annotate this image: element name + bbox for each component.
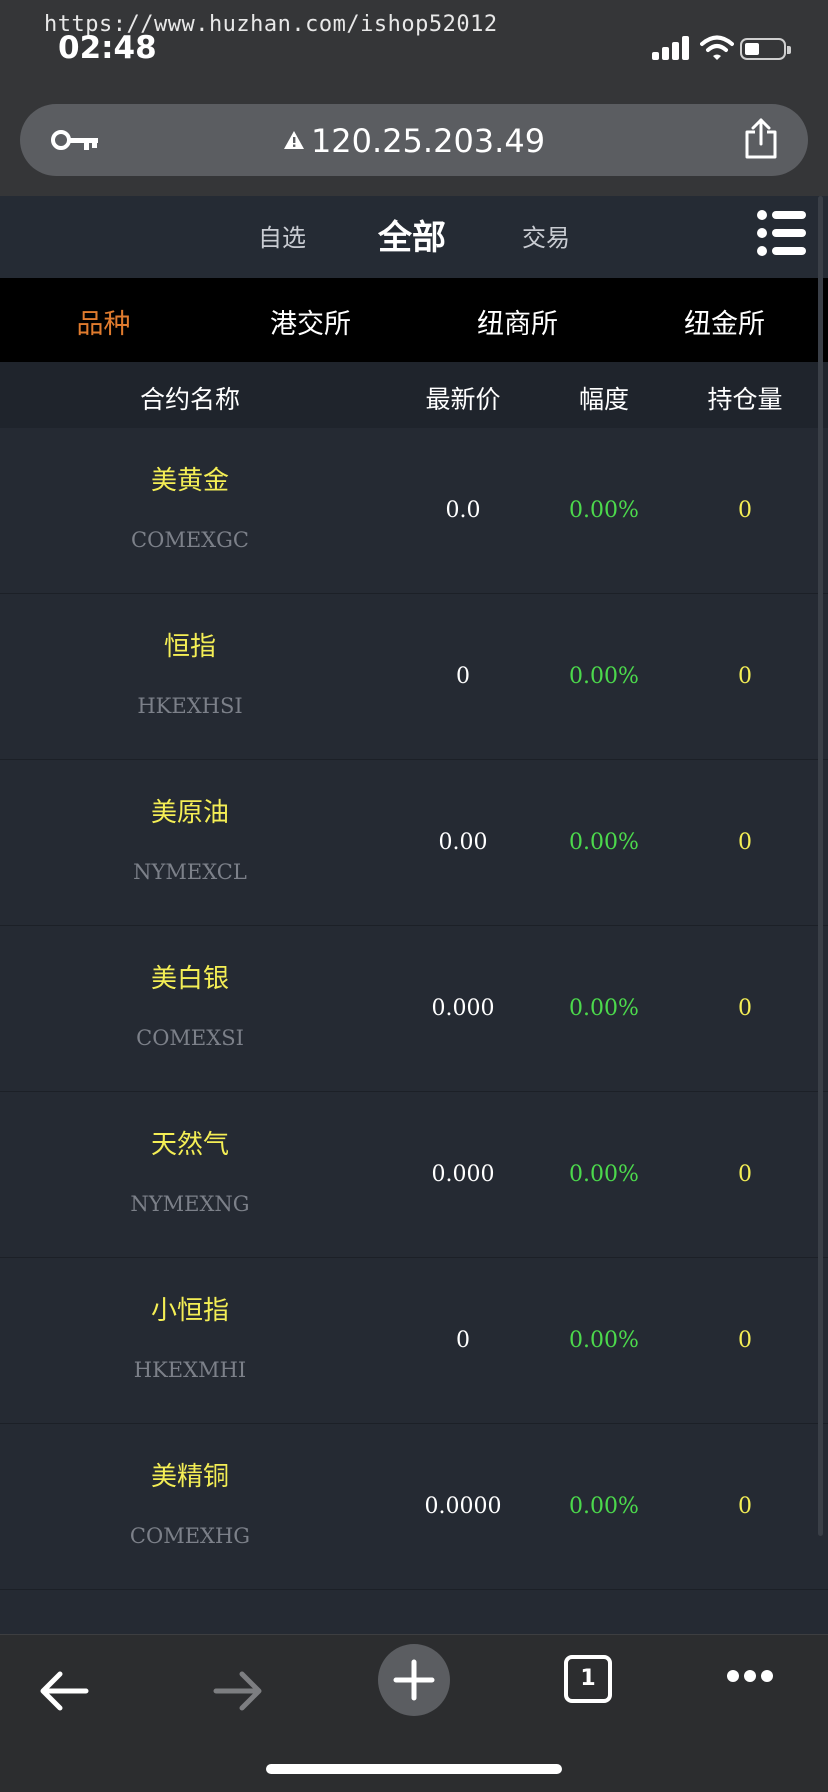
- contract-code: COMEXSI: [136, 1026, 244, 1050]
- column-header-position: 持仓量: [707, 385, 783, 414]
- browser-address-area: 120.25.203.49: [0, 90, 828, 196]
- table-row[interactable]: 美精铜 COMEXHG 0.0000 0.00% 0: [0, 1424, 828, 1590]
- home-indicator[interactable]: [266, 1764, 562, 1774]
- cellular-signal-icon: [652, 36, 692, 60]
- contract-code: COMEXHG: [129, 1524, 251, 1548]
- open-interest: 0: [738, 1494, 752, 1519]
- latest-price: 0.00: [438, 830, 488, 855]
- contract-list: 美黄金 COMEXGC 0.0 0.00% 0 恒指 HKEXHSI 0 0.0…: [0, 428, 828, 1634]
- url-text: 120.25.203.49: [310, 122, 546, 160]
- contract-name: 小恒指: [150, 1296, 229, 1326]
- contract-name: 美白银: [150, 964, 229, 994]
- more-dots-icon[interactable]: [726, 1669, 774, 1683]
- tab-nymex[interactable]: 纽商所: [414, 302, 621, 341]
- contract-code: HKEXHSI: [137, 694, 243, 718]
- change-rate: 0.00%: [569, 1162, 639, 1187]
- status-bar: https://www.huzhan.com/ishop52012 02:48: [0, 0, 828, 90]
- contract-name: 美精铜: [150, 1462, 229, 1492]
- open-interest: 0: [738, 996, 752, 1021]
- table-row[interactable]: 美原油 NYMEXCL 0.00 0.00% 0: [0, 760, 828, 926]
- wifi-icon: [700, 35, 734, 60]
- menu-icon[interactable]: [756, 208, 808, 258]
- status-time: 02:48: [58, 30, 157, 66]
- column-header-contract: 合约名称: [139, 385, 240, 414]
- latest-price: 0.000: [431, 996, 495, 1021]
- contract-name: 天然气: [150, 1130, 229, 1160]
- exchange-tab-bar: 品种 港交所 纽商所 纽金所: [0, 278, 828, 362]
- table-header: 合约名称 最新价 幅度 持仓量: [0, 362, 828, 428]
- tab-watchlist[interactable]: 自选: [258, 218, 306, 253]
- table-row[interactable]: 天然气 NYMEXNG 0.000 0.00% 0: [0, 1092, 828, 1258]
- open-interest: 0: [738, 830, 752, 855]
- change-rate: 0.00%: [569, 498, 639, 523]
- contract-code: COMEXGC: [131, 528, 249, 552]
- table-row[interactable]: 美黄金 COMEXGC 0.0 0.00% 0: [0, 428, 828, 594]
- contract-code: NYMEXNG: [130, 1192, 250, 1216]
- battery-icon: [740, 38, 791, 60]
- forward-arrow-icon[interactable]: [212, 1669, 264, 1713]
- app-header: 自选 全部 交易: [0, 196, 828, 278]
- column-header-change: 幅度: [578, 385, 629, 414]
- contract-code: HKEXMHI: [133, 1358, 247, 1382]
- change-rate: 0.00%: [569, 1494, 639, 1519]
- table-row[interactable]: 小恒指 HKEXMHI 0 0.00% 0: [0, 1258, 828, 1424]
- contract-code: NYMEXCL: [133, 860, 247, 884]
- latest-price: 0.000: [431, 1162, 495, 1187]
- change-rate: 0.00%: [569, 664, 639, 689]
- table-row[interactable]: 恒指 HKEXHSI 0 0.00% 0: [0, 594, 828, 760]
- latest-price: 0: [456, 1328, 470, 1353]
- contract-name: 美黄金: [150, 466, 229, 496]
- open-interest: 0: [738, 498, 752, 523]
- table-row[interactable]: 美白银 COMEXSI 0.000 0.00% 0: [0, 926, 828, 1092]
- contract-name: 恒指: [163, 632, 216, 662]
- change-rate: 0.00%: [569, 996, 639, 1021]
- new-tab-plus-icon[interactable]: [378, 1644, 450, 1716]
- open-interest: 0: [738, 664, 752, 689]
- column-header-price: 最新价: [425, 385, 501, 414]
- change-rate: 0.00%: [569, 1328, 639, 1353]
- tab-trade[interactable]: 交易: [522, 218, 570, 253]
- address-bar[interactable]: 120.25.203.49: [20, 104, 808, 176]
- tab-comex[interactable]: 纽金所: [621, 302, 828, 341]
- page-scrollbar[interactable]: [818, 196, 823, 1536]
- tab-all[interactable]: 全部: [378, 210, 446, 259]
- tab-variety[interactable]: 品种: [0, 302, 207, 341]
- share-icon[interactable]: [742, 118, 780, 160]
- tabs-icon[interactable]: 1: [564, 1655, 612, 1703]
- contract-name: 美原油: [150, 798, 229, 828]
- latest-price: 0: [456, 664, 470, 689]
- latest-price: 0.0: [445, 498, 481, 523]
- latest-price: 0.0000: [424, 1494, 502, 1519]
- tab-hkex[interactable]: 港交所: [207, 302, 414, 341]
- open-interest: 0: [738, 1162, 752, 1187]
- warning-icon: [283, 131, 304, 149]
- open-interest: 0: [738, 1328, 752, 1353]
- change-rate: 0.00%: [569, 830, 639, 855]
- url-display[interactable]: 120.25.203.49: [20, 122, 808, 160]
- back-arrow-icon[interactable]: [38, 1669, 90, 1713]
